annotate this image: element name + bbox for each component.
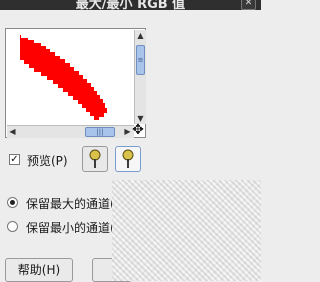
radio-selected-dot [10,200,15,205]
scroll-left-icon[interactable]: ◀ [7,126,18,137]
scroll-up-icon[interactable]: ▲ [135,30,146,41]
title-bar: 最大/最小 RGB 值 ✕ [0,0,261,10]
preview-label: 预览(P) [27,154,68,168]
preview-panel: ▲ ≡ ▼ ◀ ||| ▶ [5,28,146,138]
eyedropper-button-1[interactable] [82,146,108,172]
keep-max-channel-radio[interactable] [7,197,18,208]
keep-min-channel-radio[interactable] [7,221,18,232]
horizontal-scroll-thumb[interactable]: ||| [85,127,115,137]
red-shape [20,35,107,120]
preview-checkbox[interactable]: ✓ [9,154,20,165]
vertical-scrollbar[interactable]: ▲ ≡ ▼ [134,30,146,124]
obscured-region [112,180,261,281]
horizontal-scrollbar[interactable]: ◀ ||| ▶ [7,125,134,138]
eyedropper-button-2[interactable] [115,146,141,172]
window-title: 最大/最小 RGB 值 [75,0,186,10]
vertical-scroll-thumb[interactable]: ≡ [136,45,145,75]
preview-shape [20,35,107,120]
keep-min-channel-label: 保留最小的通道(I) [26,221,123,235]
eyedropper-icon [122,149,134,168]
help-button[interactable]: 帮助(H) [5,258,73,282]
eyedropper-icon [89,149,101,168]
preview-image[interactable] [7,30,132,124]
close-icon[interactable]: ✕ [241,0,256,10]
move-icon[interactable]: ✥ [131,123,145,137]
